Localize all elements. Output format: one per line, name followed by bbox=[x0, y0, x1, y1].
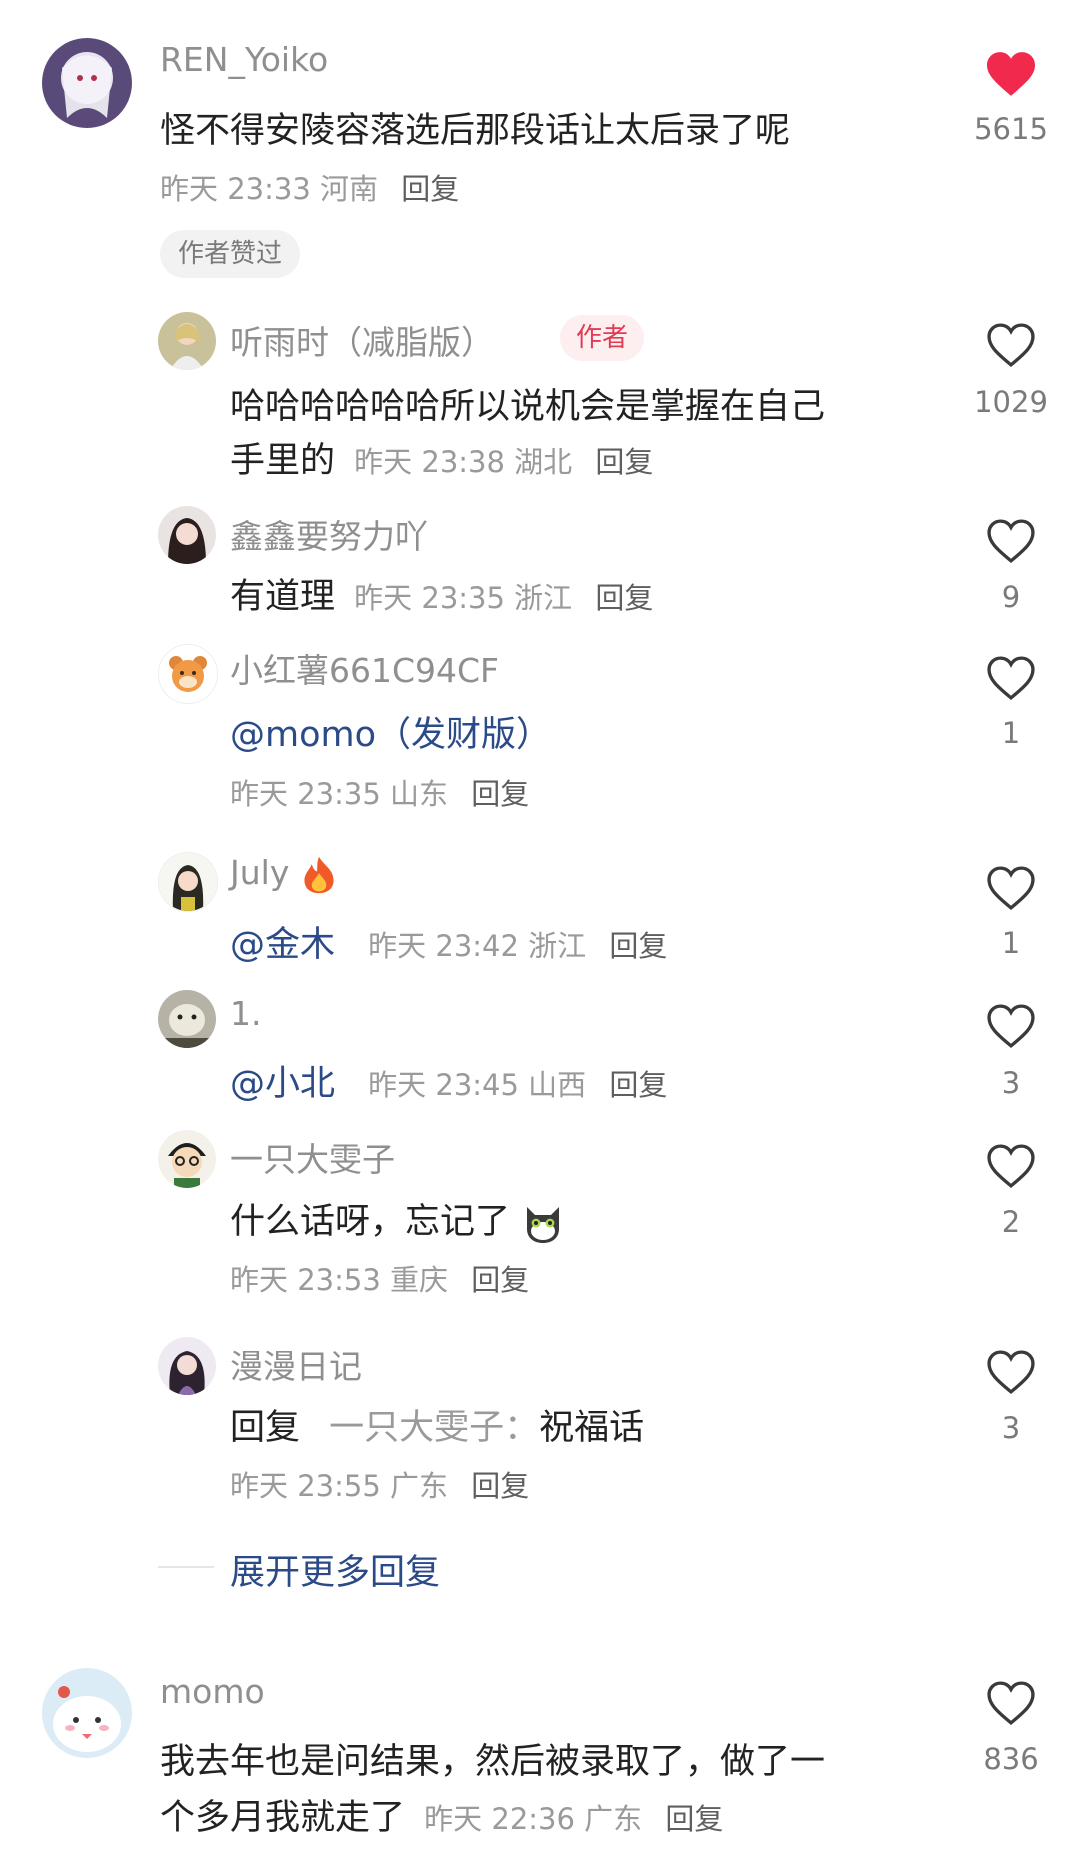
reply-text[interactable]: 哈哈哈哈哈哈所以说机会是掌握在自己 bbox=[230, 378, 825, 429]
reply-to-username[interactable]: 一只大雯子： bbox=[329, 1408, 539, 1448]
avatar[interactable] bbox=[42, 38, 132, 128]
reply-username[interactable]: July bbox=[230, 853, 338, 895]
reply-text-line[interactable]: @小北 昨天 23:45 山西 回复 bbox=[230, 1055, 667, 1106]
comment-time: 昨天 22:36 bbox=[424, 1802, 575, 1836]
cat-emoji-icon bbox=[527, 1207, 560, 1243]
reply-meta: 昨天 23:53 重庆 回复 bbox=[230, 1257, 529, 1299]
like-button[interactable] bbox=[981, 1680, 1041, 1732]
expand-more-replies-button[interactable]: 展开更多回复 bbox=[230, 1544, 440, 1595]
avatar[interactable] bbox=[158, 1130, 216, 1188]
reply-prefix: 回复 bbox=[230, 1408, 301, 1448]
like-count: 5615 bbox=[974, 112, 1048, 146]
like-count: 1029 bbox=[974, 385, 1048, 419]
heart-outline-icon bbox=[987, 323, 1035, 368]
comment-location: 广东 bbox=[584, 1802, 643, 1836]
reply-button[interactable]: 回复 bbox=[665, 1802, 723, 1836]
reply-button[interactable]: 回复 bbox=[595, 445, 653, 479]
reply-button[interactable]: 回复 bbox=[595, 581, 653, 615]
like-button[interactable] bbox=[981, 518, 1041, 570]
like-count: 3 bbox=[1001, 1411, 1021, 1445]
reply-location: 湖北 bbox=[514, 445, 573, 479]
like-button[interactable] bbox=[981, 865, 1041, 917]
avatar[interactable] bbox=[158, 852, 218, 912]
like-count: 1 bbox=[1001, 926, 1021, 960]
comment-text[interactable]: 我去年也是问结果，然后被录取了，做了一 bbox=[160, 1733, 825, 1784]
avatar[interactable] bbox=[158, 312, 216, 370]
like-count: 1 bbox=[1001, 716, 1021, 750]
reply-button[interactable]: 回复 bbox=[609, 1068, 667, 1102]
like-button[interactable] bbox=[981, 655, 1041, 707]
reply-location: 山东 bbox=[390, 777, 449, 811]
comment-time: 昨天 23:33 bbox=[160, 172, 311, 206]
reply-meta: 昨天 23:35 山东 回复 bbox=[230, 771, 529, 813]
reply-username[interactable]: 鑫鑫要努力吖 bbox=[230, 510, 428, 558]
reply-button[interactable]: 回复 bbox=[609, 929, 667, 963]
like-count: 836 bbox=[983, 1742, 1039, 1776]
heart-outline-icon bbox=[987, 866, 1035, 911]
avatar[interactable] bbox=[158, 506, 216, 564]
reply-text-line2[interactable]: 手里的 昨天 23:38 湖北 回复 bbox=[230, 432, 653, 483]
heart-outline-icon bbox=[987, 1004, 1035, 1049]
reply-username[interactable]: 听雨时（减脂版） bbox=[230, 316, 494, 364]
reply-time: 昨天 23:35 bbox=[354, 581, 505, 615]
comment-username[interactable]: REN_Yoiko bbox=[160, 40, 328, 79]
like-button[interactable] bbox=[981, 1349, 1041, 1401]
like-count: 3 bbox=[1001, 1066, 1021, 1100]
fire-emoji-icon bbox=[304, 856, 334, 893]
reply-location: 浙江 bbox=[528, 929, 587, 963]
reply-time: 昨天 23:42 bbox=[368, 929, 519, 963]
comment-text-line2[interactable]: 个多月我就走了 昨天 22:36 广东 回复 bbox=[160, 1789, 723, 1840]
avatar[interactable] bbox=[158, 644, 218, 704]
comment-location: 河南 bbox=[320, 172, 379, 206]
comment-username[interactable]: momo bbox=[160, 1672, 265, 1711]
reply-text[interactable]: @momo（发财版） bbox=[230, 706, 551, 757]
expand-divider bbox=[158, 1566, 214, 1568]
reply-username[interactable]: 小红薯661C94CF bbox=[230, 644, 499, 692]
like-button[interactable] bbox=[981, 1003, 1041, 1055]
reply-text-line[interactable]: 有道理 昨天 23:35 浙江 回复 bbox=[230, 568, 653, 619]
like-button[interactable] bbox=[981, 322, 1041, 374]
like-button[interactable] bbox=[981, 1143, 1041, 1195]
reply-text[interactable]: 回复 一只大雯子：祝福话 bbox=[230, 1399, 644, 1450]
author-badge: 作者 bbox=[560, 315, 645, 361]
heart-outline-icon bbox=[987, 1350, 1035, 1395]
reply-button[interactable]: 回复 bbox=[401, 172, 459, 206]
like-button[interactable] bbox=[981, 50, 1041, 102]
heart-filled-icon bbox=[987, 52, 1035, 96]
reply-text[interactable]: 什么话呀，忘记了 bbox=[230, 1193, 565, 1245]
reply-text-line[interactable]: @金木 昨天 23:42 浙江 回复 bbox=[230, 916, 667, 967]
avatar[interactable] bbox=[42, 1668, 132, 1758]
author-liked-badge: 作者赞过 bbox=[160, 230, 301, 278]
heart-outline-icon bbox=[987, 1681, 1035, 1726]
avatar[interactable] bbox=[158, 1337, 216, 1395]
reply-location: 山西 bbox=[528, 1068, 587, 1102]
avatar[interactable] bbox=[158, 990, 216, 1048]
reply-username[interactable]: 一只大雯子 bbox=[230, 1133, 395, 1181]
reply-location: 广东 bbox=[390, 1469, 449, 1503]
reply-location: 浙江 bbox=[514, 581, 573, 615]
reply-time: 昨天 23:38 bbox=[354, 445, 505, 479]
reply-time: 昨天 23:45 bbox=[368, 1068, 519, 1102]
reply-username[interactable]: 1. bbox=[230, 994, 262, 1033]
like-count: 9 bbox=[1001, 580, 1021, 614]
comment-text[interactable]: 怪不得安陵容落选后那段话让太后录了呢 bbox=[160, 102, 790, 153]
heart-outline-icon bbox=[987, 519, 1035, 564]
comment-meta: 昨天 23:33 河南 回复 bbox=[160, 166, 459, 208]
reply-location: 重庆 bbox=[390, 1263, 449, 1297]
reply-time: 昨天 23:55 bbox=[230, 1469, 381, 1503]
reply-time: 昨天 23:35 bbox=[230, 777, 381, 811]
heart-outline-icon bbox=[987, 656, 1035, 701]
heart-outline-icon bbox=[987, 1144, 1035, 1189]
reply-button[interactable]: 回复 bbox=[471, 1263, 529, 1297]
reply-time: 昨天 23:53 bbox=[230, 1263, 381, 1297]
reply-button[interactable]: 回复 bbox=[471, 777, 529, 811]
reply-username[interactable]: 漫漫日记 bbox=[230, 1340, 362, 1388]
reply-meta: 昨天 23:55 广东 回复 bbox=[230, 1463, 529, 1505]
reply-button[interactable]: 回复 bbox=[471, 1469, 529, 1503]
like-count: 2 bbox=[1001, 1205, 1021, 1239]
